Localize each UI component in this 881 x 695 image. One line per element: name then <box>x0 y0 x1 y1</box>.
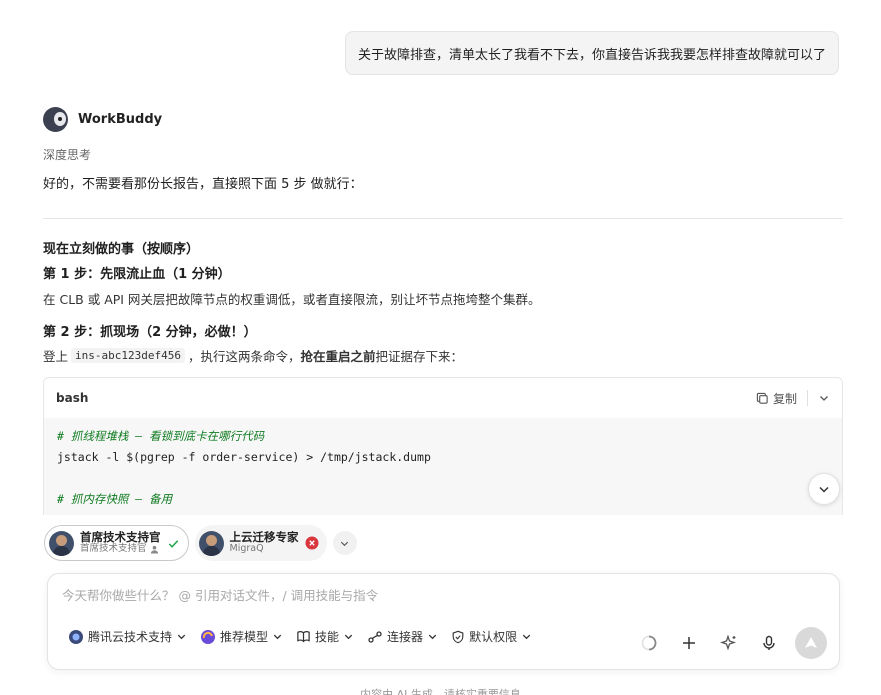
voice-input-button[interactable] <box>755 629 783 657</box>
step2-emphasis: 抢在重启之前 <box>300 349 376 364</box>
send-arrow-icon <box>805 637 817 648</box>
assistant-header: WorkBuddy <box>43 107 162 132</box>
tencent-cloud-icon <box>69 629 83 644</box>
copy-button[interactable]: 复制 <box>756 390 797 407</box>
chevron-down-icon <box>340 541 349 546</box>
step1-body: 在 CLB 或 API 网关层把故障节点的权重调低，或者直接限流，别让坏节点拖垮… <box>43 292 541 307</box>
code-block: bash 复制 # 抓线程堆栈 — 看锁到底卡在哪行代码 jstack -l $… <box>43 377 843 515</box>
composer: 腾讯云技术支持 推荐模型 技能 连接器 默认权限 <box>47 573 840 670</box>
deep-thinking-label[interactable]: 深度思考 <box>43 146 91 163</box>
workspace-selector[interactable]: 腾讯云技术支持 <box>68 628 187 645</box>
chevron-down-icon[interactable] <box>818 392 830 404</box>
assistant-intro: 好的，不需要看那份长报告，直接照下面 5 步 做就行： <box>43 177 363 192</box>
step2-title: 第 2 步：抓现场（2 分钟，必做！） <box>43 325 257 340</box>
copy-icon <box>756 392 768 404</box>
chevron-down-icon <box>428 634 437 640</box>
skills-selector[interactable]: 技能 <box>296 628 354 645</box>
loading-spinner-icon <box>635 629 663 657</box>
user-message-bubble: 关于故障排查，清单太长了我看不下去，你直接告诉我我要怎样排查故障就可以了 <box>344 31 839 75</box>
code-comment: # 抓内存快照 — 备用 <box>57 492 173 506</box>
chevron-down-icon <box>344 634 353 640</box>
agent-subtitle: MigraQ <box>229 543 264 554</box>
chevron-down-icon <box>522 634 531 640</box>
agent-selector: 首席技术支持官 首席技术支持官 上云迁移专家 MigraQ <box>44 525 357 561</box>
step2-suffix: 把证据存下来： <box>375 349 464 364</box>
permissions-label: 默认权限 <box>469 630 518 644</box>
assistant-avatar <box>43 107 68 132</box>
code-line: jstack -l $(pgrep -f order-service) > /t… <box>57 450 431 464</box>
step1-title: 第 1 步：先限流止血（1 分钟） <box>43 267 231 282</box>
message-input[interactable] <box>62 588 762 603</box>
assistant-name: WorkBuddy <box>78 112 163 127</box>
code-comment: # 抓线程堆栈 — 看锁到底卡在哪行代码 <box>57 429 265 443</box>
agent-subtitle-text: 首席技术支持官 <box>80 543 147 554</box>
agent-chip[interactable]: 上云迁移专家 MigraQ <box>194 525 327 561</box>
agent-avatar <box>49 530 74 556</box>
action-separator <box>807 390 808 406</box>
check-icon <box>168 539 178 548</box>
section-divider <box>43 218 843 219</box>
scroll-to-bottom-button[interactable] <box>808 473 840 505</box>
code-block-header: bash 复制 <box>44 378 842 418</box>
workspace-label: 腾讯云技术支持 <box>88 630 173 644</box>
sparkle-icon <box>720 634 737 651</box>
model-label: 推荐模型 <box>220 630 269 644</box>
agent-avatar <box>198 530 224 556</box>
step2-mid: ，执行这两条命令， <box>187 349 301 364</box>
book-icon <box>297 631 310 643</box>
agent-chip-selected[interactable]: 首席技术支持官 首席技术支持官 <box>44 525 189 561</box>
chevron-down-icon <box>273 634 282 640</box>
section-heading: 现在立刻做的事（按顺序） <box>43 242 200 257</box>
add-attachment-button[interactable] <box>675 629 703 657</box>
more-agents-button[interactable] <box>332 531 357 555</box>
step2-body: 登上 ins-abc123def456 ，执行这两条命令， 抢在重启之前 把证据… <box>43 346 463 365</box>
code-body: # 抓线程堆栈 — 看锁到底卡在哪行代码 jstack -l $(pgrep -… <box>44 418 842 515</box>
agent-chip-text: 上云迁移专家 MigraQ <box>230 531 299 555</box>
composer-actions <box>635 627 827 659</box>
model-selector[interactable]: 推荐模型 <box>200 628 283 645</box>
skills-label: 技能 <box>315 630 340 644</box>
shield-check-icon <box>452 630 464 643</box>
permissions-selector[interactable]: 默认权限 <box>451 628 532 645</box>
agent-name: 首席技术支持官 <box>80 530 161 544</box>
agent-subtitle: 首席技术支持官 <box>80 543 161 555</box>
copy-label: 复制 <box>772 391 797 406</box>
code-language: bash <box>56 391 89 405</box>
model-icon <box>201 629 216 644</box>
connector-icon <box>368 630 382 643</box>
plus-icon <box>683 637 695 649</box>
agent-chip-text: 首席技术支持官 首席技术支持官 <box>80 531 161 555</box>
enhance-prompt-button[interactable] <box>715 629 743 657</box>
composer-toolbar: 腾讯云技术支持 推荐模型 技能 连接器 默认权限 <box>68 628 532 645</box>
person-icon <box>150 545 158 554</box>
connectors-selector[interactable]: 连接器 <box>367 628 438 645</box>
ai-disclaimer: 内容由 AI 生成，请核实重要信息 <box>360 688 521 695</box>
chevron-down-icon <box>177 634 186 640</box>
step2-prefix: 登上 <box>43 349 69 364</box>
instance-id-code: ins-abc123def456 <box>71 348 185 363</box>
error-icon <box>305 536 318 550</box>
microphone-icon <box>763 635 775 650</box>
agent-name: 上云迁移专家 <box>229 530 299 544</box>
code-actions: 复制 <box>756 390 830 407</box>
chevron-down-icon <box>819 486 829 493</box>
send-button[interactable] <box>795 627 827 659</box>
connectors-label: 连接器 <box>387 630 424 644</box>
